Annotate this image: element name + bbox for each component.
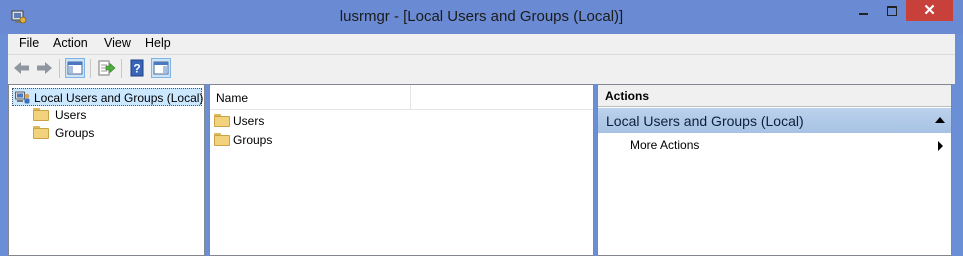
- tree-item-groups[interactable]: Groups: [33, 124, 183, 142]
- svg-text:?: ?: [133, 62, 140, 76]
- menu-bar: File Action View Help: [8, 34, 955, 54]
- folder-icon: [33, 108, 49, 121]
- minimize-icon: [859, 13, 868, 15]
- back-button[interactable]: [12, 58, 32, 78]
- results-pane: Name Users Groups: [209, 84, 594, 256]
- tree-item-label: Users: [55, 108, 87, 122]
- close-icon: ✕: [923, 2, 936, 19]
- folder-icon: [214, 133, 230, 146]
- menu-action[interactable]: Action: [53, 36, 88, 50]
- tree-root-label: Local Users and Groups (Local): [34, 91, 204, 105]
- toolbar-separator: [121, 59, 122, 78]
- maximize-button[interactable]: [878, 0, 906, 21]
- forward-arrow-icon: [37, 62, 52, 74]
- list-header: Name: [210, 85, 593, 110]
- folder-icon: [33, 126, 49, 139]
- actions-section-local-users-and-groups[interactable]: Local Users and Groups (Local): [598, 108, 951, 133]
- list-item-users[interactable]: Users: [214, 112, 414, 130]
- export-list-icon: [98, 60, 116, 76]
- show-hide-console-tree-button[interactable]: [65, 58, 85, 78]
- column-header-name[interactable]: Name: [216, 91, 248, 105]
- list-item-label: Groups: [233, 133, 273, 147]
- list-item-groups[interactable]: Groups: [214, 131, 414, 149]
- actions-header-label: Actions: [605, 89, 650, 103]
- show-hide-action-pane-icon: [153, 61, 169, 75]
- close-button[interactable]: ✕: [906, 0, 953, 21]
- list-item-label: Users: [233, 114, 265, 128]
- help-button[interactable]: ?: [127, 58, 147, 78]
- folder-icon: [214, 114, 230, 127]
- more-actions-item[interactable]: More Actions: [630, 138, 699, 152]
- local-users-groups-icon: [15, 91, 30, 104]
- window-title: lusrmgr - [Local Users and Groups (Local…: [339, 8, 624, 25]
- tree-item-local-users-and-groups[interactable]: Local Users and Groups (Local): [12, 88, 204, 106]
- toolbar-separator: [59, 59, 60, 78]
- actions-section-label: Local Users and Groups (Local): [606, 113, 804, 129]
- submenu-arrow-icon[interactable]: [938, 141, 943, 151]
- tree-item-label: Groups: [55, 126, 95, 140]
- actions-pane: Actions Local Users and Groups (Local) M…: [597, 84, 952, 256]
- toolbar-separator: [90, 59, 91, 78]
- show-hide-console-tree-icon: [67, 61, 83, 75]
- column-divider[interactable]: [410, 85, 411, 109]
- maximize-icon: [887, 6, 897, 16]
- tree-item-users[interactable]: Users: [33, 106, 183, 124]
- help-icon: ?: [130, 59, 144, 77]
- title-bar[interactable]: lusrmgr - [Local Users and Groups (Local…: [0, 0, 963, 34]
- collapse-arrow-icon[interactable]: [935, 117, 945, 123]
- show-hide-action-pane-button[interactable]: [151, 58, 171, 78]
- menu-view[interactable]: View: [104, 36, 131, 50]
- menu-file[interactable]: File: [19, 36, 39, 50]
- menu-help[interactable]: Help: [145, 36, 171, 50]
- forward-button[interactable]: [34, 58, 54, 78]
- export-list-button[interactable]: [96, 58, 116, 78]
- minimize-button[interactable]: [848, 0, 878, 21]
- back-arrow-icon: [14, 62, 29, 74]
- console-tree-pane: Local Users and Groups (Local) Users Gro…: [8, 84, 205, 256]
- actions-header: Actions: [598, 85, 951, 107]
- toolbar: ?: [8, 54, 955, 84]
